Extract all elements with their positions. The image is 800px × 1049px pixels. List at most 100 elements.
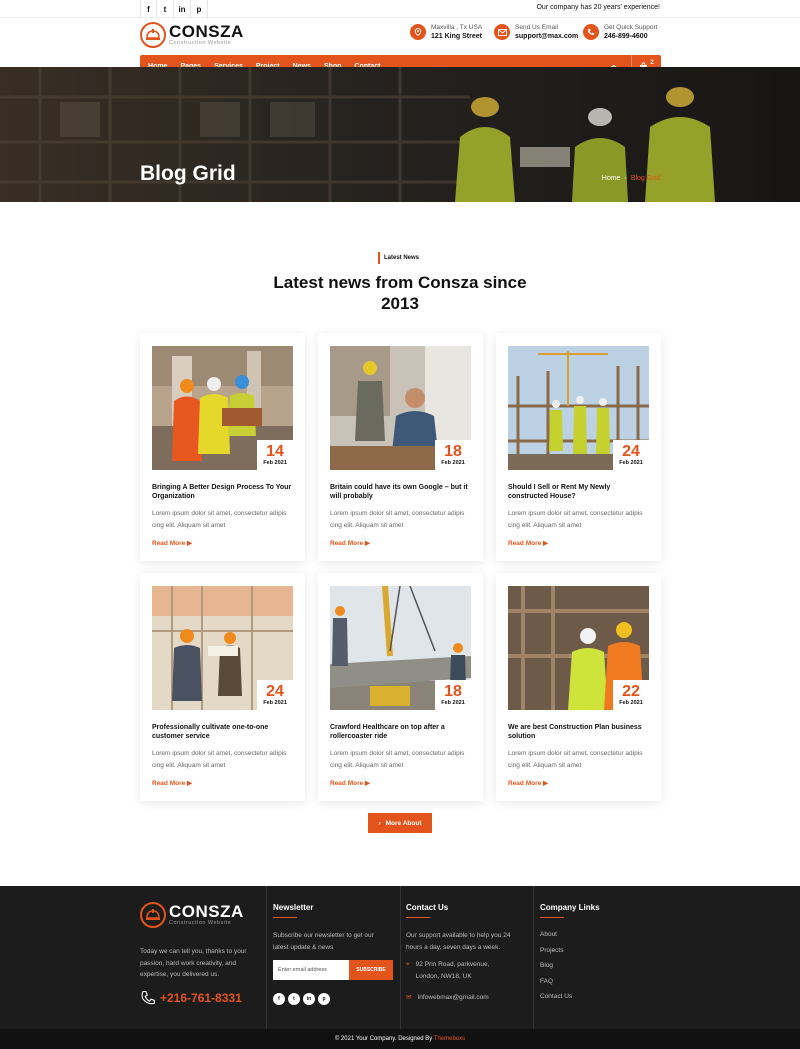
cart-count: 2 bbox=[650, 59, 654, 66]
footer-link-projects[interactable]: Projects bbox=[540, 947, 572, 963]
read-more-link[interactable]: Read More ▶ bbox=[508, 539, 548, 547]
brand-name: CONSZA bbox=[169, 22, 244, 41]
designer-link[interactable]: Themeboxs bbox=[434, 1036, 465, 1042]
map-pin-icon bbox=[410, 24, 426, 40]
blog-title[interactable]: We are best Construction Plan business s… bbox=[508, 723, 649, 741]
read-more-link[interactable]: Read More ▶ bbox=[330, 539, 370, 547]
chevron-right-icon: › bbox=[378, 819, 381, 827]
date-day: 18 bbox=[444, 683, 462, 700]
map-pin-icon: ⌖ bbox=[406, 961, 410, 968]
date-month: Feb 2021 bbox=[619, 700, 643, 706]
date-badge: 18 Feb 2021 bbox=[435, 680, 471, 710]
blog-title[interactable]: Should I Sell or Rent My Newly construct… bbox=[508, 483, 649, 501]
footer-divider bbox=[266, 886, 267, 1029]
section-tag: Latest News bbox=[378, 252, 419, 264]
read-more-label: Read More bbox=[152, 780, 186, 787]
facebook-icon[interactable]: f bbox=[140, 0, 157, 18]
footer-link-about[interactable]: About bbox=[540, 931, 572, 947]
blog-card: 18 Feb 2021 Britain could have its own Go… bbox=[318, 333, 483, 561]
pinterest-icon[interactable]: p bbox=[318, 993, 330, 1005]
breadcrumb-separator: › bbox=[624, 175, 627, 182]
footer-link-contact[interactable]: Contact Us bbox=[540, 993, 572, 1009]
breadcrumb: Home › Blog Grid bbox=[602, 175, 660, 182]
newsletter-heading: Newsletter bbox=[273, 903, 314, 918]
blog-excerpt: Lorem ipsum dolor sit amet, consectetur … bbox=[508, 750, 643, 769]
subscribe-button[interactable]: SUBSCRIBE bbox=[349, 960, 393, 980]
copyright-bar: © 2021 Your Company. Designed By Themebo… bbox=[0, 1029, 800, 1049]
date-month: Feb 2021 bbox=[619, 460, 643, 466]
twitter-icon[interactable]: t bbox=[288, 993, 300, 1005]
read-more-label: Read More bbox=[508, 540, 542, 547]
blog-title[interactable]: Britain could have its own Google – but … bbox=[330, 483, 471, 501]
logo[interactable]: CONSZA Construction Website bbox=[140, 22, 244, 48]
date-day: 24 bbox=[622, 443, 640, 460]
contact-address: 92 Prin Road, parkvenue, London, NW18, U… bbox=[415, 961, 490, 980]
pinterest-icon[interactable]: p bbox=[191, 0, 208, 18]
mail-icon: ✉ bbox=[406, 994, 412, 1001]
phone-icon bbox=[141, 990, 155, 1005]
blog-title[interactable]: Crawford Healthcare on top after a rolle… bbox=[330, 723, 471, 741]
top-bar: f t in p Our company has 20 years' exper… bbox=[0, 0, 800, 18]
date-month: Feb 2021 bbox=[441, 700, 465, 706]
read-more-link[interactable]: Read More ▶ bbox=[152, 779, 192, 787]
social-links: f t in p bbox=[140, 0, 208, 18]
support-phone[interactable]: 246-899-4600 bbox=[604, 33, 657, 40]
contact-heading: Contact Us bbox=[406, 903, 449, 918]
breadcrumb-current: Blog Grid bbox=[630, 175, 660, 182]
footer-link-blog[interactable]: Blog bbox=[540, 962, 572, 978]
footer-phone-number: +216-761-8331 bbox=[160, 991, 242, 1005]
blog-card: 24 Feb 2021 Should I Sell or Rent My Newl… bbox=[496, 333, 661, 561]
footer-link-faq[interactable]: FAQ bbox=[540, 978, 572, 994]
footer-logo[interactable]: CONSZA Construction Website bbox=[140, 902, 244, 928]
more-about-button[interactable]: › More About bbox=[368, 813, 432, 833]
footer-phone[interactable]: +216-761-8331 bbox=[140, 990, 242, 1006]
footer-about: Today we can tell you, thanks to your pa… bbox=[140, 948, 247, 978]
section-heading: Latest news from Consza since 2013 bbox=[273, 273, 527, 313]
blog-title[interactable]: Professionally cultivate one-to-one cust… bbox=[152, 723, 293, 741]
twitter-icon[interactable]: t bbox=[157, 0, 174, 18]
support-label: Get Quick Support bbox=[604, 24, 658, 31]
header-email: Send Us Email support@max.com bbox=[494, 24, 578, 40]
page-title: Blog Grid bbox=[140, 162, 236, 185]
read-more-link[interactable]: Read More ▶ bbox=[152, 539, 192, 547]
caret-right-icon: ▶ bbox=[187, 540, 193, 547]
blog-card: 18 Feb 2021 Crawford Healthcare on top af… bbox=[318, 573, 483, 801]
company-links-heading: Company Links bbox=[540, 903, 600, 918]
linkedin-icon[interactable]: in bbox=[174, 0, 191, 18]
blog-title[interactable]: Bringing A Better Design Process To Your… bbox=[152, 483, 293, 501]
linkedin-icon[interactable]: in bbox=[303, 993, 315, 1005]
email-value[interactable]: support@max.com bbox=[515, 33, 578, 40]
caret-right-icon: ▶ bbox=[543, 780, 549, 787]
contact-address-row: ⌖ 92 Prin Road, parkvenue, London, NW18,… bbox=[406, 959, 508, 982]
page-banner: Blog Grid Home › Blog Grid bbox=[0, 67, 800, 202]
blog-excerpt: Lorem ipsum dolor sit amet, consectetur … bbox=[330, 510, 465, 529]
footer-divider bbox=[400, 886, 401, 1029]
caret-right-icon: ▶ bbox=[187, 780, 193, 787]
header-location: Maxvilla , Tx USA 121 King Street bbox=[410, 24, 482, 40]
phone-icon bbox=[583, 24, 599, 40]
blog-card: 24 Feb 2021 Professionally cultivate one-… bbox=[140, 573, 305, 801]
read-more-link[interactable]: Read More ▶ bbox=[330, 779, 370, 787]
company-links: About Projects Blog FAQ Contact Us bbox=[540, 931, 572, 1009]
footer-social-links: f t in p bbox=[273, 993, 330, 1005]
facebook-icon[interactable]: f bbox=[273, 993, 285, 1005]
caret-right-icon: ▶ bbox=[365, 780, 371, 787]
newsletter-email-input[interactable]: Enter email address bbox=[273, 960, 349, 980]
date-badge: 18 Feb 2021 bbox=[435, 440, 471, 470]
contact-text: Our support available to help you 24 hou… bbox=[406, 932, 511, 951]
newsletter-form: Enter email address SUBSCRIBE bbox=[273, 960, 393, 980]
date-badge: 24 Feb 2021 bbox=[257, 680, 293, 710]
caret-right-icon: ▶ bbox=[543, 540, 549, 547]
email-label: Send Us Email bbox=[515, 24, 558, 31]
more-about-label: More About bbox=[385, 819, 422, 827]
blog-card: 14 Feb 2021 Bringing A Better Design Proc… bbox=[140, 333, 305, 561]
read-more-link[interactable]: Read More ▶ bbox=[508, 779, 548, 787]
breadcrumb-home[interactable]: Home bbox=[602, 175, 621, 182]
contact-email[interactable]: Infowebmax@gmail.com bbox=[417, 992, 488, 1004]
date-day: 14 bbox=[266, 443, 284, 460]
banner-image bbox=[0, 67, 800, 202]
date-day: 24 bbox=[266, 683, 284, 700]
header-support: Get Quick Support 246-899-4600 bbox=[583, 24, 657, 40]
mail-icon bbox=[494, 24, 510, 40]
blog-excerpt: Lorem ipsum dolor sit amet, consectetur … bbox=[330, 750, 465, 769]
